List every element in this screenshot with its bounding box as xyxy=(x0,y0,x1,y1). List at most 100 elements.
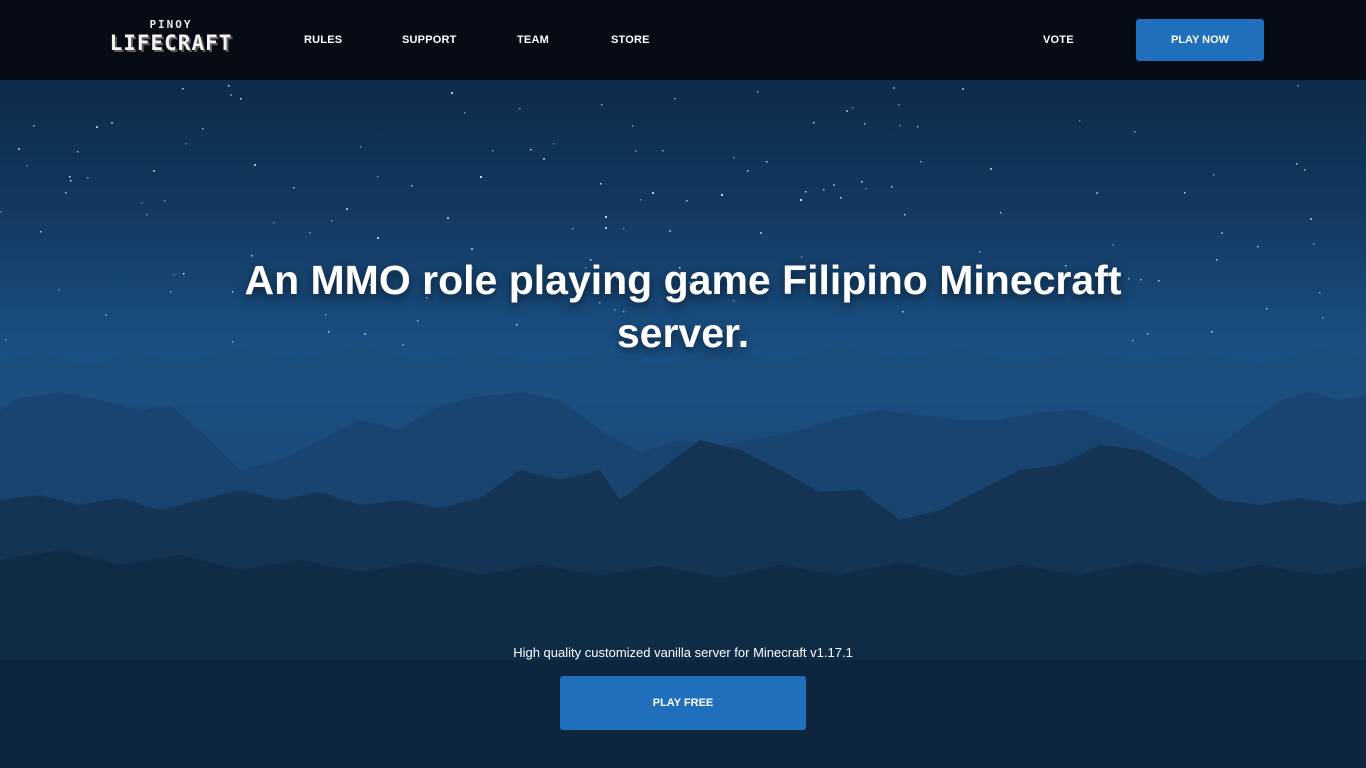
star xyxy=(674,98,676,100)
star xyxy=(840,197,842,199)
star xyxy=(733,157,735,159)
star xyxy=(26,165,28,167)
star xyxy=(904,214,906,216)
star xyxy=(346,208,348,210)
star xyxy=(833,184,835,186)
star xyxy=(69,176,71,178)
star xyxy=(492,150,494,152)
star xyxy=(230,94,232,96)
star xyxy=(96,126,98,128)
star xyxy=(640,199,642,201)
nav-team-link[interactable]: TEAM xyxy=(517,34,549,47)
star xyxy=(170,291,172,293)
star xyxy=(1319,292,1321,294)
star xyxy=(0,211,2,213)
site-logo[interactable]: PINOY LIFECRAFT xyxy=(103,19,239,59)
star xyxy=(747,170,749,172)
star xyxy=(1096,192,1098,194)
star xyxy=(1147,333,1149,335)
star xyxy=(865,188,867,190)
star xyxy=(766,161,768,163)
play-free-button[interactable]: PLAY FREE xyxy=(560,676,806,730)
star xyxy=(1257,246,1259,248)
star xyxy=(1296,163,1298,165)
star xyxy=(813,122,815,124)
star xyxy=(605,216,607,218)
star xyxy=(864,123,866,125)
star xyxy=(652,192,654,194)
star xyxy=(40,231,42,233)
star xyxy=(105,314,107,316)
nav-support-link[interactable]: SUPPORT xyxy=(402,34,457,47)
star xyxy=(1184,192,1186,194)
star xyxy=(254,164,256,166)
star xyxy=(572,228,574,230)
star xyxy=(1297,85,1299,87)
star xyxy=(228,85,230,87)
star xyxy=(899,125,901,127)
star xyxy=(185,143,187,145)
star xyxy=(309,232,311,234)
star xyxy=(1079,120,1081,122)
star xyxy=(471,248,473,250)
star xyxy=(1213,174,1215,176)
hero-subtitle: High quality customized vanilla server f… xyxy=(513,645,853,660)
star xyxy=(519,108,521,110)
star xyxy=(686,200,688,202)
star xyxy=(600,183,602,185)
star xyxy=(377,176,379,178)
star xyxy=(87,177,89,179)
star xyxy=(141,202,143,204)
star xyxy=(553,143,555,145)
star xyxy=(1221,232,1223,234)
star xyxy=(77,151,79,153)
star xyxy=(58,289,60,291)
star xyxy=(990,168,992,170)
star xyxy=(360,146,362,148)
star xyxy=(605,227,607,229)
star xyxy=(632,125,634,127)
star xyxy=(65,192,67,194)
star xyxy=(721,194,723,196)
star xyxy=(805,191,807,193)
star xyxy=(1304,169,1306,171)
star xyxy=(293,187,295,189)
star xyxy=(5,339,7,341)
play-now-button[interactable]: PLAY NOW xyxy=(1136,19,1264,61)
star xyxy=(891,186,893,188)
star xyxy=(1140,279,1142,281)
star xyxy=(451,92,453,94)
nav-rules-link[interactable]: RULES xyxy=(304,34,342,47)
star xyxy=(411,185,413,187)
star xyxy=(377,237,379,239)
star xyxy=(1216,259,1218,261)
nav-vote-link[interactable]: VOTE xyxy=(1043,34,1074,47)
star xyxy=(962,88,964,90)
nav-store-link[interactable]: STORE xyxy=(611,34,650,47)
star xyxy=(153,170,155,172)
star xyxy=(846,110,848,112)
top-navbar: PINOY LIFECRAFT RULES SUPPORT TEAM STORE… xyxy=(0,0,1366,80)
star xyxy=(70,180,72,182)
star xyxy=(18,148,20,150)
star xyxy=(183,273,185,275)
star xyxy=(1310,218,1312,220)
star xyxy=(623,228,625,230)
star xyxy=(202,128,204,130)
star xyxy=(1000,212,1002,214)
hero-headline: An MMO role playing game Filipino Minecr… xyxy=(244,257,1122,356)
star xyxy=(823,189,825,191)
star xyxy=(979,251,981,253)
star xyxy=(920,161,922,163)
star xyxy=(1134,131,1136,133)
star xyxy=(33,125,35,127)
star xyxy=(1313,243,1315,245)
star xyxy=(173,274,175,276)
star xyxy=(1266,308,1268,310)
star xyxy=(669,230,671,232)
star xyxy=(543,158,545,160)
star xyxy=(1322,317,1324,319)
star xyxy=(898,104,900,106)
star xyxy=(893,87,895,89)
star xyxy=(601,104,603,106)
